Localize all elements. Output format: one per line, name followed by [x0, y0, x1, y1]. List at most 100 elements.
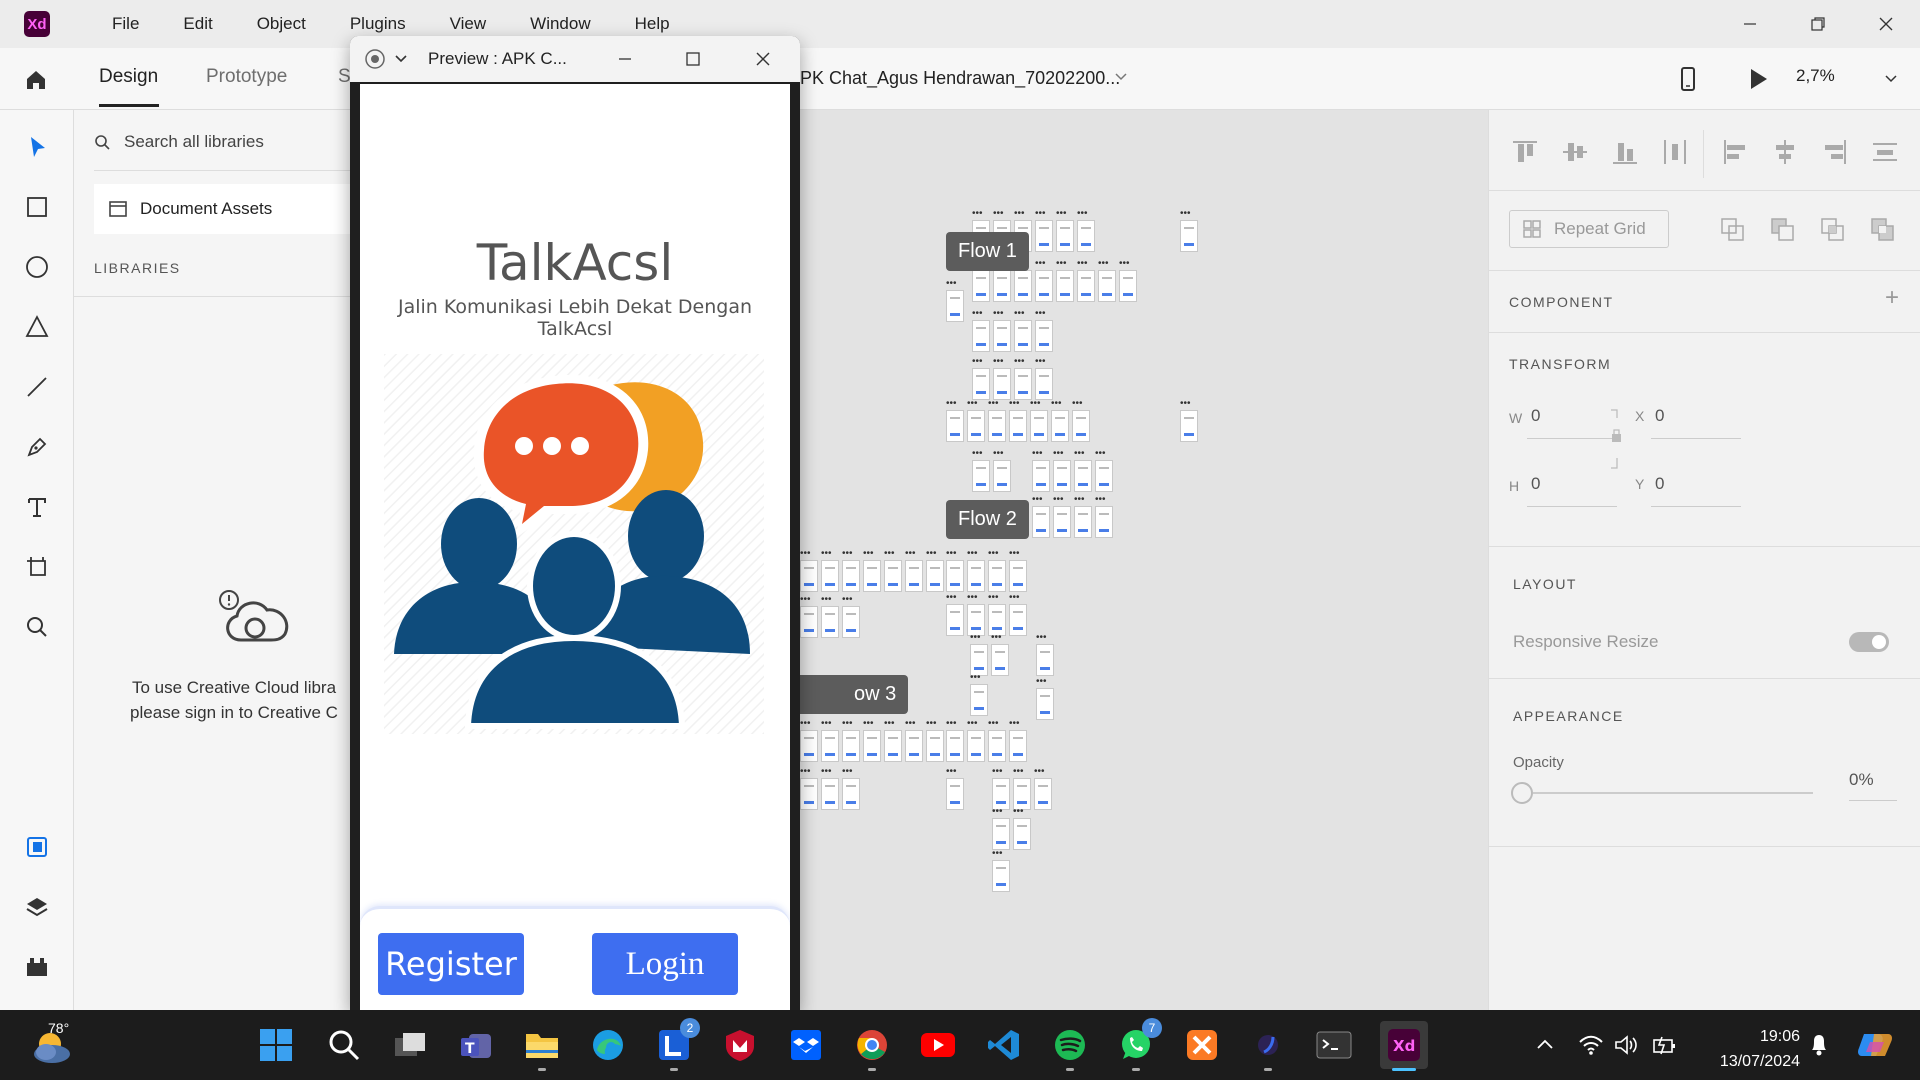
- y-field[interactable]: 0: [1655, 474, 1664, 494]
- artboard-thumbnail[interactable]: [1095, 460, 1113, 492]
- artboard-thumbnail[interactable]: [970, 684, 988, 716]
- artboard-thumbnail[interactable]: [842, 778, 860, 810]
- chevron-down-icon[interactable]: [394, 50, 408, 68]
- subtract-icon[interactable]: [1769, 216, 1797, 244]
- mcafee-app[interactable]: [720, 1025, 760, 1065]
- artboard-tool[interactable]: [20, 550, 54, 584]
- search-button[interactable]: [324, 1025, 364, 1065]
- artboard-thumbnail[interactable]: [863, 730, 881, 762]
- artboard-thumbnail[interactable]: [884, 560, 902, 592]
- libraries-panel-button[interactable]: [20, 830, 54, 864]
- device-preview-icon[interactable]: [1676, 66, 1700, 92]
- add-union-icon[interactable]: [1719, 216, 1747, 244]
- artboard-thumbnail[interactable]: [1074, 460, 1092, 492]
- preview-minimize-button[interactable]: [612, 46, 638, 72]
- flow-1-label[interactable]: Flow 1: [946, 232, 1029, 271]
- notification-bell-icon[interactable]: [1808, 1032, 1830, 1058]
- polygon-tool[interactable]: [20, 310, 54, 344]
- spotify-app[interactable]: [1050, 1025, 1090, 1065]
- align-bottom-icon[interactable]: [1611, 138, 1639, 166]
- artboard-thumbnail[interactable]: [800, 778, 818, 810]
- chevron-up-icon[interactable]: [1536, 1037, 1554, 1051]
- artboard-thumbnail[interactable]: [1053, 460, 1071, 492]
- tab-design[interactable]: Design: [99, 66, 158, 88]
- artboard-thumbnail[interactable]: [972, 368, 990, 400]
- artboard-thumbnail[interactable]: [946, 560, 964, 592]
- artboard-thumbnail[interactable]: [1009, 604, 1027, 636]
- wifi-icon[interactable]: [1578, 1034, 1604, 1056]
- zoom-chevron-icon[interactable]: [1884, 66, 1898, 90]
- artboard-thumbnail[interactable]: [821, 730, 839, 762]
- artboard-thumbnail[interactable]: [821, 560, 839, 592]
- edge-app[interactable]: [588, 1025, 628, 1065]
- artboard-thumbnail[interactable]: [1072, 410, 1090, 442]
- task-view-button[interactable]: [390, 1025, 430, 1065]
- artboard-thumbnail[interactable]: [946, 730, 964, 762]
- artboard-thumbnail[interactable]: [1009, 410, 1027, 442]
- battery-icon[interactable]: [1652, 1034, 1678, 1056]
- artboard-thumbnail[interactable]: [821, 778, 839, 810]
- artboard-thumbnail[interactable]: [993, 320, 1011, 352]
- add-component-icon[interactable]: +: [1885, 284, 1899, 312]
- artboard-thumbnail[interactable]: [1014, 270, 1032, 302]
- intersect-icon[interactable]: [1819, 216, 1847, 244]
- start-button[interactable]: [256, 1025, 296, 1065]
- weather-temperature[interactable]: 78°: [48, 1020, 69, 1036]
- clock-time[interactable]: 19:06: [1740, 1028, 1800, 1046]
- artboard-thumbnail[interactable]: [863, 560, 881, 592]
- menu-file[interactable]: File: [90, 0, 161, 48]
- artboard-thumbnail[interactable]: [1014, 368, 1032, 400]
- artboard-thumbnail[interactable]: [1032, 506, 1050, 538]
- artboard-thumbnail[interactable]: [972, 270, 990, 302]
- preview-close-button[interactable]: [750, 46, 776, 72]
- preview-maximize-button[interactable]: [680, 46, 706, 72]
- artboard-thumbnail[interactable]: [946, 778, 964, 810]
- artboard-thumbnail[interactable]: [1032, 460, 1050, 492]
- height-field[interactable]: 0: [1531, 474, 1540, 494]
- select-tool[interactable]: [20, 130, 54, 164]
- copilot-icon[interactable]: [1856, 1028, 1896, 1062]
- opacity-slider-track[interactable]: [1533, 792, 1813, 794]
- vscode-app[interactable]: [984, 1025, 1024, 1065]
- artboard-thumbnail[interactable]: [1030, 410, 1048, 442]
- artboard-thumbnail[interactable]: [946, 410, 964, 442]
- align-right-icon[interactable]: [1821, 138, 1849, 166]
- artboard-thumbnail[interactable]: [993, 270, 1011, 302]
- flow-3-label[interactable]: ow 3: [784, 675, 909, 714]
- document-assets-button[interactable]: Document Assets: [94, 184, 354, 234]
- tab-share[interactable]: S: [338, 66, 351, 88]
- register-button[interactable]: Register: [378, 933, 524, 995]
- opacity-slider-handle[interactable]: [1511, 782, 1533, 804]
- artboard-thumbnail[interactable]: [991, 644, 1009, 676]
- menu-edit[interactable]: Edit: [161, 0, 234, 48]
- artboard-thumbnail[interactable]: [1009, 730, 1027, 762]
- x-field[interactable]: 0: [1655, 406, 1664, 426]
- artboard-thumbnail[interactable]: [926, 730, 944, 762]
- artboard-thumbnail[interactable]: [967, 560, 985, 592]
- artboard-thumbnail[interactable]: [926, 560, 944, 592]
- lock-aspect-icon[interactable]: [1609, 408, 1623, 472]
- artboard-thumbnail[interactable]: [1053, 506, 1071, 538]
- artboard-thumbnail[interactable]: [988, 730, 1006, 762]
- align-middle-icon[interactable]: [1561, 138, 1589, 166]
- rectangle-tool[interactable]: [20, 190, 54, 224]
- zoom-level[interactable]: 2,7%: [1796, 66, 1835, 86]
- minimize-button[interactable]: [1716, 0, 1784, 48]
- distribute-horizontal-icon[interactable]: [1661, 138, 1689, 166]
- artboard-thumbnail[interactable]: [884, 730, 902, 762]
- teams-app[interactable]: T: [456, 1025, 496, 1065]
- artboard-thumbnail[interactable]: [1034, 778, 1052, 810]
- align-left-icon[interactable]: [1721, 138, 1749, 166]
- record-icon[interactable]: [364, 48, 386, 70]
- artboard-thumbnail[interactable]: [821, 606, 839, 638]
- artboard-thumbnail[interactable]: [946, 290, 964, 322]
- artboard-thumbnail[interactable]: [1095, 506, 1113, 538]
- artboard-thumbnail[interactable]: [1035, 320, 1053, 352]
- artboard-thumbnail[interactable]: [972, 320, 990, 352]
- artboard-thumbnail[interactable]: [992, 860, 1010, 892]
- pen-tool[interactable]: [20, 430, 54, 464]
- close-button[interactable]: [1852, 0, 1920, 48]
- document-title[interactable]: PK Chat_Agus Hendrawan_70202200...: [800, 68, 1120, 89]
- menu-object[interactable]: Object: [235, 0, 328, 48]
- dropbox-app[interactable]: [786, 1025, 826, 1065]
